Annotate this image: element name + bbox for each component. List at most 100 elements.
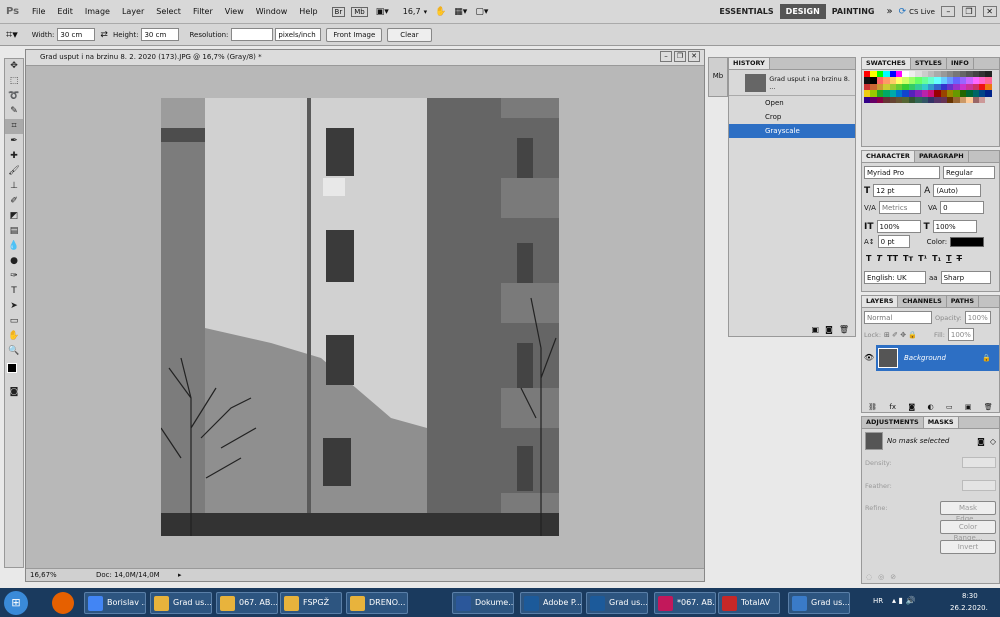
taskbar-button[interactable]: Grad us... xyxy=(788,592,850,614)
language-select[interactable]: English: UK xyxy=(864,271,926,284)
load-selection-icon[interactable]: ◌ xyxy=(866,573,872,581)
strikethrough-icon[interactable]: T xyxy=(957,254,962,263)
document-canvas[interactable] xyxy=(161,98,559,536)
arrange-icon[interactable]: ▦▾ xyxy=(454,7,467,17)
menu-filter[interactable]: Filter xyxy=(187,7,219,16)
hand-tool-icon[interactable]: ✋ xyxy=(5,329,23,344)
minimize-icon[interactable]: – xyxy=(941,6,956,17)
trash-icon[interactable]: 🗑 xyxy=(984,403,993,411)
clock-date[interactable]: 26.2.2020. xyxy=(950,604,988,612)
language-indicator[interactable]: HR xyxy=(873,597,883,605)
close-icon[interactable]: ✕ xyxy=(982,6,997,17)
bridge-icon[interactable]: Br xyxy=(331,6,346,17)
leading-input[interactable]: (Auto) xyxy=(933,184,982,197)
blend-mode-select[interactable]: Normal xyxy=(864,311,932,324)
zoom-tool-icon[interactable]: 🔍 xyxy=(5,344,23,359)
start-button[interactable]: ⊞ xyxy=(4,591,28,615)
tab-character[interactable]: CHARACTER xyxy=(862,151,915,162)
doc-close-icon[interactable]: ✕ xyxy=(688,51,700,62)
vector-mask-icon[interactable]: ◇ xyxy=(990,437,996,446)
add-mask-icon[interactable]: ◙ xyxy=(908,403,915,411)
hand-tool-icon[interactable]: ✋ xyxy=(435,7,446,17)
menu-file[interactable]: File xyxy=(26,7,51,16)
tab-masks[interactable]: MASKS xyxy=(923,417,959,428)
link-icon[interactable]: ⛓ xyxy=(868,403,877,411)
workspace-essentials[interactable]: ESSENTIALS xyxy=(713,4,779,19)
visibility-eye-icon[interactable]: 👁 xyxy=(862,345,876,371)
swap-icon[interactable]: ⇄ xyxy=(100,30,108,40)
font-family-select[interactable]: Myriad Pro xyxy=(864,166,940,179)
foreground-color[interactable] xyxy=(7,363,17,373)
doc-restore-icon[interactable]: ❐ xyxy=(674,51,686,62)
workspace-design[interactable]: DESIGN xyxy=(779,4,826,19)
pixel-mask-icon[interactable]: ◙ xyxy=(977,437,985,446)
stamp-tool-icon[interactable]: ⊥ xyxy=(5,179,23,194)
tab-info[interactable]: INFO xyxy=(947,58,974,69)
small-caps-icon[interactable]: Tт xyxy=(903,254,913,263)
crop-tool-icon[interactable]: ⌗ xyxy=(5,119,23,134)
baseline-shift-input[interactable]: 0 pt xyxy=(877,235,910,248)
taskbar-button[interactable]: FSPGŽ xyxy=(280,592,342,614)
taskbar-button[interactable]: *067. AB... xyxy=(654,592,716,614)
resolution-unit-select[interactable]: pixels/inch xyxy=(275,28,322,41)
invert-button[interactable]: Invert xyxy=(940,540,996,554)
chevron-down-icon[interactable]: ▾ xyxy=(424,8,428,16)
history-brush-tool-icon[interactable]: ✐ xyxy=(5,194,23,209)
font-size-input[interactable]: 12 pt xyxy=(873,184,922,197)
more-workspaces-icon[interactable]: » xyxy=(880,6,898,17)
apply-mask-icon[interactable]: ◎ xyxy=(878,573,884,581)
lasso-tool-icon[interactable]: ➰ xyxy=(5,89,23,104)
color-swatches[interactable] xyxy=(5,359,23,385)
crop-tool-icon[interactable]: ⌗▾ xyxy=(6,28,18,42)
font-style-select[interactable]: Regular xyxy=(943,166,995,179)
kerning-input[interactable]: Metrics xyxy=(878,201,921,214)
zoom-level[interactable]: 16,7 xyxy=(403,7,421,16)
new-document-icon[interactable]: ▣ xyxy=(812,325,820,334)
menu-select[interactable]: Select xyxy=(150,7,187,16)
workspace-painting[interactable]: PAINTING xyxy=(826,4,881,19)
clock-time[interactable]: 8:30 xyxy=(962,592,978,600)
snapshot-name[interactable]: Grad usput i na brzinu 8. ... xyxy=(769,75,855,91)
subscript-icon[interactable]: T₁ xyxy=(932,254,941,263)
document-tab[interactable]: Grad usput i na brzinu 8. 2. 2020 (173).… xyxy=(26,50,704,66)
swatch[interactable] xyxy=(979,96,986,103)
front-image-button[interactable]: Front Image xyxy=(326,27,383,42)
taskbar-button[interactable]: DRENO... xyxy=(346,592,408,614)
height-input[interactable]: 30 cm xyxy=(141,28,180,41)
move-tool-icon[interactable]: ✥ xyxy=(5,59,23,74)
opacity-input[interactable]: 100% xyxy=(964,311,991,324)
tab-styles[interactable]: STYLES xyxy=(911,58,947,69)
adjustment-icon[interactable]: ◐ xyxy=(928,403,934,411)
density-input[interactable] xyxy=(962,457,996,468)
doc-minimize-icon[interactable]: – xyxy=(660,51,672,62)
superscript-icon[interactable]: T¹ xyxy=(918,254,927,263)
menu-help[interactable]: Help xyxy=(293,7,323,16)
tab-swatches[interactable]: SWATCHES xyxy=(862,58,911,69)
trash-icon[interactable]: 🗑 xyxy=(839,325,849,334)
clear-button[interactable]: Clear xyxy=(387,27,432,42)
color-range-button[interactable]: Color Range... xyxy=(940,520,996,542)
view-extras-icon[interactable]: ▣▾ xyxy=(376,7,389,17)
faux-bold-icon[interactable]: T xyxy=(866,254,871,263)
swatch-grid[interactable] xyxy=(862,70,998,104)
eraser-tool-icon[interactable]: ◩ xyxy=(5,209,23,224)
status-zoom[interactable]: 16,67% xyxy=(30,569,57,581)
history-step[interactable]: Open xyxy=(729,96,855,110)
marquee-tool-icon[interactable]: ⬚ xyxy=(5,74,23,89)
firefox-icon[interactable] xyxy=(52,592,74,614)
status-arrow-icon[interactable]: ▸ xyxy=(178,569,182,581)
vertical-scale-input[interactable]: 100% xyxy=(876,220,921,233)
faux-italic-icon[interactable]: T xyxy=(876,254,881,263)
taskbar-button[interactable]: Grad us... xyxy=(150,592,212,614)
mask-edge-button[interactable]: Mask Edge... xyxy=(940,501,996,523)
tab-history[interactable]: HISTORY xyxy=(729,58,770,69)
width-input[interactable]: 30 cm xyxy=(57,28,96,41)
disable-mask-icon[interactable]: ⊘ xyxy=(890,573,896,581)
taskbar-button[interactable]: Adobe P... xyxy=(520,592,582,614)
tab-paths[interactable]: PATHS xyxy=(947,296,980,307)
fx-icon[interactable]: fx xyxy=(889,403,896,411)
shape-tool-icon[interactable]: ▭ xyxy=(5,314,23,329)
pen-tool-icon[interactable]: ✑ xyxy=(5,269,23,284)
quick-mask-icon[interactable]: ◙ xyxy=(5,385,23,400)
layer-row-background[interactable]: 👁 Background 🔒 xyxy=(862,345,999,371)
